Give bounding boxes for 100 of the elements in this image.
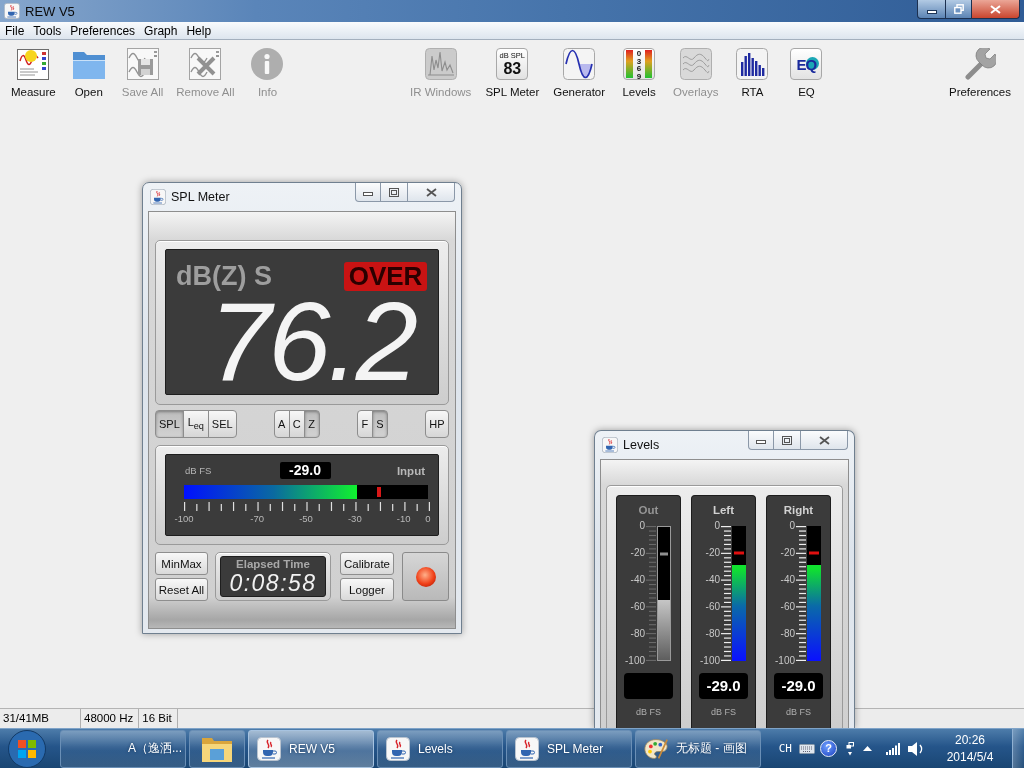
java-cup-icon: [4, 3, 20, 19]
close-icon: [425, 187, 437, 197]
toolbar-button[interactable]: Generator: [553, 48, 606, 99]
clock-date[interactable]: 2014/5/4: [946, 748, 994, 766]
taskbar-button[interactable]: A（逸洒...: [60, 729, 186, 768]
minimize-button[interactable]: [355, 183, 381, 202]
record-button[interactable]: [402, 552, 449, 601]
toolbar-button[interactable]: Preferences: [948, 48, 1011, 99]
toggle-button[interactable]: L$_{eq}$: [182, 410, 209, 438]
readout-display: [624, 673, 673, 699]
scale-label: -40: [780, 575, 795, 585]
panel-button[interactable]: MinMax: [155, 552, 208, 575]
restore-icon: [953, 4, 964, 14]
level-readout: -29.0: [774, 673, 823, 699]
close-button[interactable]: [801, 431, 848, 450]
toolbar-button[interactable]: 0369 Levels: [619, 48, 660, 99]
taskbar-button[interactable]: [189, 729, 245, 768]
paint-palette-icon: [644, 736, 668, 761]
show-desktop-button[interactable]: [1012, 729, 1024, 768]
toolbar-button[interactable]: EQ EQ: [786, 48, 827, 99]
channel-name: Right: [783, 503, 814, 517]
toolbar-button[interactable]: Open: [68, 48, 109, 99]
icon-scale-digits: 0369: [635, 50, 643, 78]
java-cup-icon: [386, 736, 410, 761]
restore-button[interactable]: [946, 0, 972, 19]
folder-icon: [202, 735, 232, 762]
scale-label: -70: [250, 513, 265, 525]
scale-label: -20: [780, 548, 795, 558]
scale-label: -100: [775, 656, 795, 666]
scale-label: -80: [705, 629, 720, 639]
toolbar-button[interactable]: Measure: [11, 48, 56, 99]
scale-label: -20: [630, 548, 645, 558]
java-cup-icon: [602, 437, 618, 453]
impulse-wave-icon: [424, 48, 457, 80]
taskbar-button[interactable]: SPL Meter: [506, 729, 632, 768]
wrench-icon: [963, 48, 996, 80]
up-arrow-icon[interactable]: [863, 746, 872, 751]
close-button[interactable]: [972, 0, 1020, 19]
menu-item[interactable]: Help: [182, 23, 216, 38]
language-indicator[interactable]: CH: [778, 742, 792, 755]
scale-label: -10: [396, 513, 411, 525]
toggle-button[interactable]: F: [356, 410, 373, 438]
window-title: SPL Meter: [171, 190, 230, 204]
scale-label: -100: [700, 656, 720, 666]
keyboard-icon[interactable]: [799, 743, 815, 754]
signal-bars-icon[interactable]: [886, 742, 900, 755]
toolbar-button[interactable]: RTA: [732, 48, 773, 99]
window-title: Levels: [623, 438, 660, 452]
maximize-button[interactable]: [381, 183, 408, 202]
small-windows-icon[interactable]: [846, 741, 854, 756]
taskbar-button[interactable]: 无标题 - 画图: [635, 729, 761, 768]
floppy-sheet-icon: [126, 48, 159, 80]
unit-label: dB FS: [711, 707, 736, 718]
over-indicator: OVER: [344, 261, 427, 291]
scale-label: -40: [630, 575, 645, 585]
minimize-button[interactable]: [748, 431, 774, 450]
toggle-button[interactable]: SEL: [207, 410, 237, 438]
scale-label: 0: [789, 521, 795, 531]
menu-item[interactable]: Preferences: [66, 23, 140, 38]
channel-name: Out: [638, 503, 659, 517]
menu-item[interactable]: File: [1, 23, 29, 38]
scale-label: -60: [630, 602, 645, 612]
close-icon: [818, 435, 830, 445]
close-button[interactable]: [408, 183, 455, 202]
panel-button[interactable]: Calibrate: [340, 552, 394, 575]
scale-label: -80: [780, 629, 795, 639]
scale-label: -50: [299, 513, 313, 525]
taskbar-button[interactable]: REW V5: [248, 729, 374, 768]
start-orb-icon[interactable]: [8, 729, 46, 768]
panel-button[interactable]: Reset All: [155, 578, 208, 601]
toggle-button[interactable]: SPL: [155, 410, 184, 438]
menu-item[interactable]: Graph: [140, 23, 182, 38]
maximize-button[interactable]: [774, 431, 801, 450]
speaker-icon[interactable]: [907, 741, 925, 756]
spl-reading: 76.2: [209, 292, 416, 392]
icon-value: 83: [503, 59, 522, 77]
scale-label: -80: [630, 629, 645, 639]
panel-button[interactable]: Logger: [340, 578, 394, 601]
unit-label: dB FS: [185, 465, 212, 476]
taskbar-button[interactable]: Levels: [377, 729, 503, 768]
java-cup-icon: [150, 189, 166, 205]
maximize-icon: [389, 187, 399, 197]
level-readout: -29.0: [699, 673, 748, 699]
maximize-icon: [782, 435, 792, 445]
scale-label: 0: [714, 521, 720, 531]
icon-letters: EQ: [796, 57, 817, 71]
minimize-icon: [926, 9, 937, 14]
sine-wave-icon: [563, 48, 596, 80]
scale-label: -40: [705, 575, 720, 585]
bar-graph-icon: [736, 48, 769, 80]
scale-label: -100: [174, 513, 194, 525]
unit-label: dB FS: [636, 707, 661, 718]
scale-label: 0: [425, 513, 431, 525]
minimize-icon: [363, 192, 373, 196]
toggle-button[interactable]: HP: [424, 410, 449, 438]
minimize-button[interactable]: [917, 0, 946, 19]
clock-time[interactable]: 20:26: [955, 731, 985, 749]
info-icon: [251, 48, 284, 80]
toggle-button[interactable]: A: [273, 410, 290, 438]
menu-item[interactable]: Tools: [29, 23, 66, 38]
